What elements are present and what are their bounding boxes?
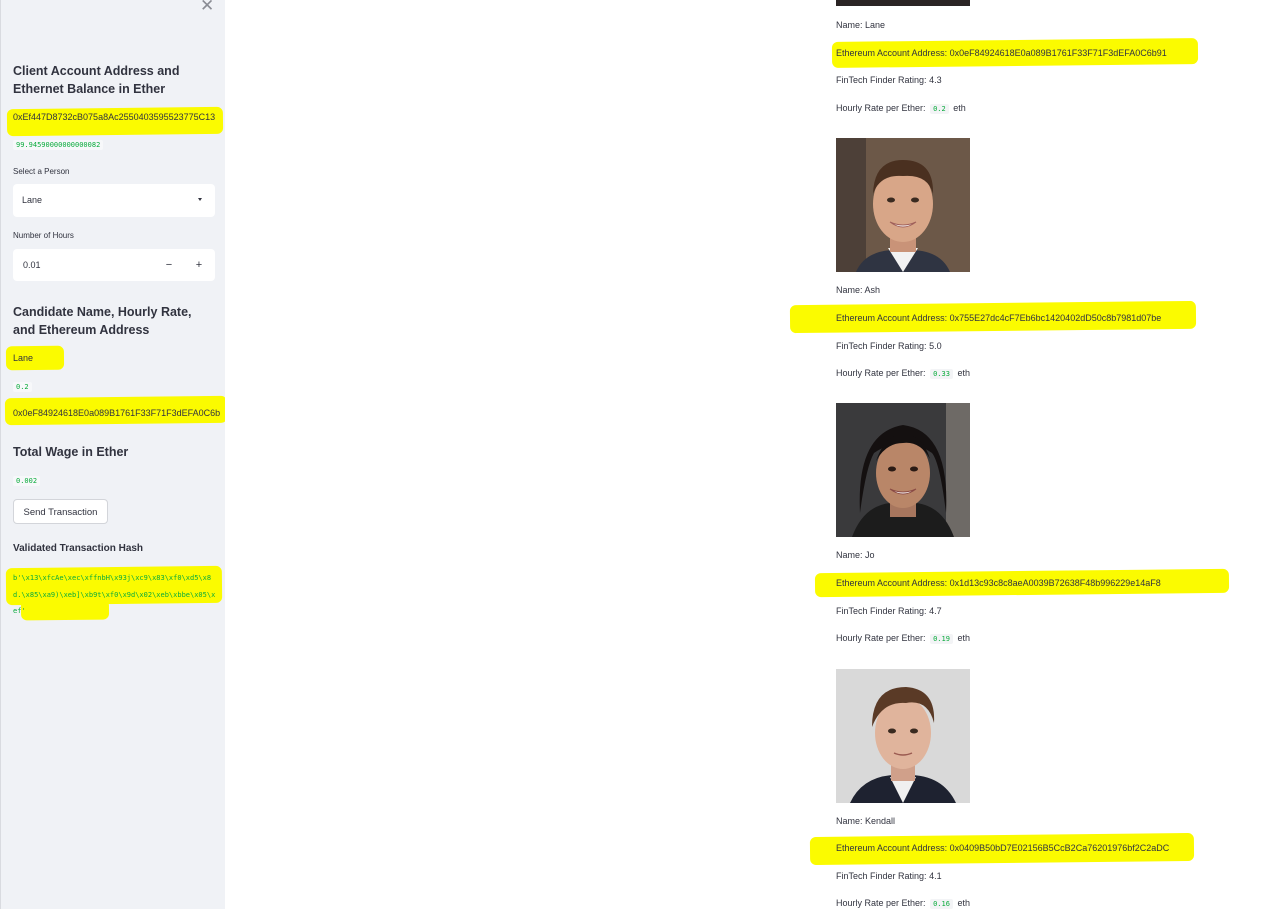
rate-prefix: Hourly Rate per Ether: — [836, 103, 926, 113]
name-prefix: Name: — [836, 285, 863, 295]
candidate-name-text: Name: Ash — [836, 285, 880, 295]
name-prefix: Name: — [836, 816, 863, 826]
rating-value: 5.0 — [929, 341, 942, 351]
wage-value: 0.002 — [13, 476, 41, 486]
rating-prefix: FinTech Finder Rating: — [836, 606, 927, 616]
candidate-rate-text: Hourly Rate per Ether: 0.2 eth — [836, 103, 966, 114]
name-value: Jo — [865, 550, 875, 560]
candidate-rate-text: Hourly Rate per Ether: 0.16 eth — [836, 898, 970, 909]
rate-value: 0.33 — [930, 369, 953, 379]
candidate-rating-text: FinTech Finder Rating: 4.7 — [836, 606, 942, 616]
address-value: 0x0eF84924618E0a089B1761F33F71F3dEFA0C6b… — [949, 48, 1167, 58]
candidate-rate-text: Hourly Rate per Ether: 0.19 eth — [836, 633, 970, 644]
candidate-photo — [836, 0, 970, 6]
rate-unit: eth — [953, 103, 966, 113]
client-address: 0xEf447D8732cB075a8Ac2550403595523775C13 — [13, 112, 216, 122]
hash-heading: Validated Transaction Hash — [13, 543, 144, 554]
close-icon[interactable]: ✕ — [200, 0, 214, 15]
person-select-value: Lane — [22, 195, 43, 205]
wage-heading: Total Wage in Ether — [13, 445, 129, 459]
candidate-address-text: Ethereum Account Address: 0x0eF84924618E… — [836, 48, 1167, 58]
rate-unit: eth — [957, 633, 970, 643]
hours-value[interactable]: 0.01 — [23, 260, 41, 270]
address-prefix: Ethereum Account Address: — [836, 578, 948, 588]
address-prefix: Ethereum Account Address: — [836, 48, 948, 58]
name-value: Ash — [864, 285, 881, 295]
candidate-name-text: Name: Lane — [836, 20, 885, 30]
transaction-hash: b'\x13\xfcAe\xec\xffnbH\x93j\xc9\x83\xf0… — [13, 574, 216, 615]
rate-value: 0.2 — [930, 104, 949, 114]
candidate-photo — [836, 669, 970, 803]
rate-prefix: Hourly Rate per Ether: — [836, 368, 926, 378]
chevron-down-icon — [198, 198, 202, 201]
person-select[interactable]: Lane — [13, 184, 215, 217]
candidate-rate-text: Hourly Rate per Ether: 0.33 eth — [836, 368, 970, 379]
rating-prefix: FinTech Finder Rating: — [836, 341, 927, 351]
client-balance: 99.94590000000000082 — [13, 140, 104, 150]
rate-prefix: Hourly Rate per Ether: — [836, 633, 926, 643]
candidate-address-text: Ethereum Account Address: 0x1d13c93c8c8a… — [836, 578, 1161, 588]
candidate-rating-text: FinTech Finder Rating: 4.3 — [836, 75, 942, 85]
address-value: 0x755E27dc4cF7Eb6bc1420402dD50c8b7981d07… — [949, 313, 1162, 323]
address-value: 0x1d13c93c8c8aeA0039B72638F48b996229e14a… — [949, 578, 1161, 588]
rating-prefix: FinTech Finder Rating: — [836, 75, 927, 85]
candidate-rating-text: FinTech Finder Rating: 5.0 — [836, 341, 942, 351]
client-heading: Client Account Address and Ethernet Bala… — [13, 64, 180, 96]
rate-value: 0.19 — [930, 634, 953, 644]
candidate-address-text: Ethereum Account Address: 0x755E27dc4cF7… — [836, 313, 1161, 323]
rating-value: 4.7 — [929, 606, 942, 616]
rate-unit: eth — [957, 368, 970, 378]
sidebar: ✕ Client Account Address and Ethernet Ba… — [0, 0, 225, 909]
rate-value: 0.16 — [930, 899, 953, 909]
candidate-name-text: Name: Kendall — [836, 816, 895, 826]
rate-prefix: Hourly Rate per Ether: — [836, 898, 926, 908]
hours-label: Number of Hours — [13, 231, 74, 240]
candidate-rate: 0.2 — [13, 382, 32, 392]
candidate-name: Lane — [13, 353, 34, 363]
candidate-rating-text: FinTech Finder Rating: 4.1 — [836, 871, 942, 881]
candidate-name-text: Name: Jo — [836, 550, 875, 560]
rate-unit: eth — [957, 898, 970, 908]
decrement-button[interactable]: − — [159, 257, 179, 273]
send-transaction-button[interactable]: Send Transaction — [13, 499, 108, 524]
address-prefix: Ethereum Account Address: — [836, 313, 948, 323]
candidate-address-text: Ethereum Account Address: 0x0409B50bD7E0… — [836, 843, 1169, 853]
address-prefix: Ethereum Account Address: — [836, 843, 948, 853]
candidate-address: 0x0eF84924618E0a089B1761F33F71F3dEFA0C6b — [13, 408, 221, 418]
rating-value: 4.3 — [929, 75, 942, 85]
select-person-label: Select a Person — [13, 167, 70, 176]
candidate-heading: Candidate Name, Hourly Rate, and Ethereu… — [13, 305, 192, 337]
name-value: Kendall — [865, 816, 896, 826]
name-prefix: Name: — [836, 550, 863, 560]
rating-prefix: FinTech Finder Rating: — [836, 871, 927, 881]
increment-button[interactable]: + — [189, 257, 209, 273]
name-value: Lane — [865, 20, 886, 30]
hours-number-input[interactable]: 0.01 − + — [13, 249, 215, 281]
rating-value: 4.1 — [929, 871, 942, 881]
address-value: 0x0409B50bD7E02156B5CcB2Ca76201976bf2C2a… — [949, 843, 1170, 853]
candidate-photo — [836, 138, 970, 272]
candidate-photo — [836, 403, 970, 537]
name-prefix: Name: — [836, 20, 863, 30]
